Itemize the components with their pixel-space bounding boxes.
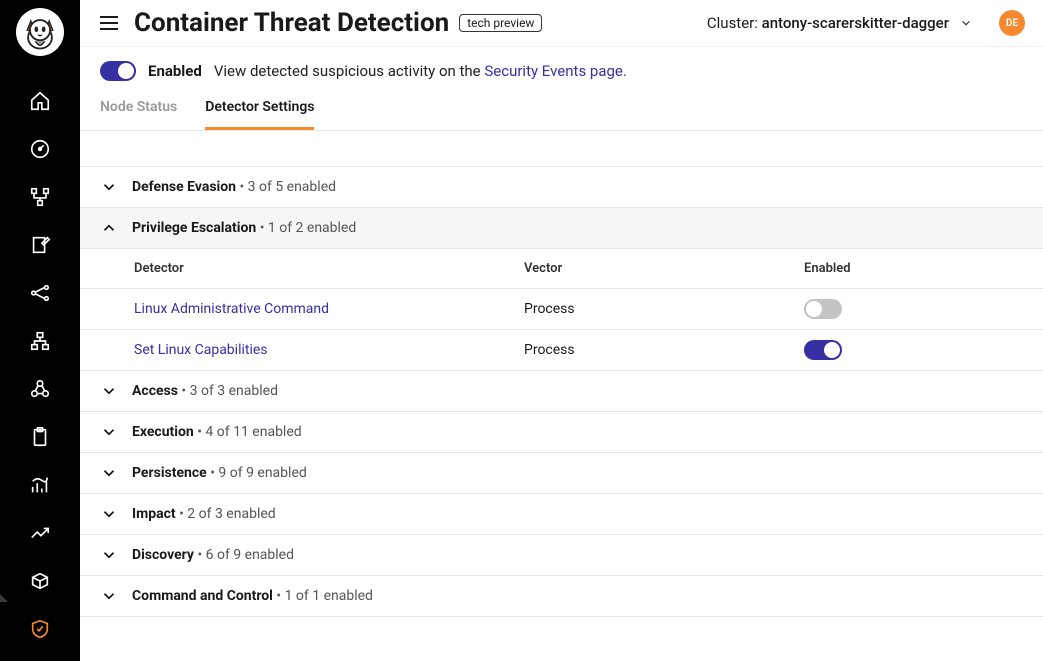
category-list: Defense Evasion • 3 of 5 enabledPrivileg… bbox=[80, 167, 1043, 617]
category-name: Privilege Escalation bbox=[132, 220, 256, 236]
nav-topology[interactable] bbox=[16, 324, 64, 358]
col-vector: Vector bbox=[524, 261, 804, 276]
col-detector: Detector bbox=[134, 261, 524, 276]
cluster-selector[interactable]: Cluster: antony-scarerskitter-dagger bbox=[707, 14, 973, 32]
nav-dashboard[interactable] bbox=[16, 132, 64, 166]
gauge-icon bbox=[29, 138, 51, 160]
network-icon bbox=[29, 186, 51, 208]
detector-table-header: DetectorVectorEnabled bbox=[80, 249, 1043, 289]
category-row[interactable]: Defense Evasion • 3 of 5 enabled bbox=[80, 167, 1043, 208]
logo bbox=[16, 8, 64, 56]
chevron-up-icon bbox=[100, 219, 118, 237]
nav-graph[interactable] bbox=[16, 276, 64, 310]
category-name: Execution bbox=[132, 424, 194, 440]
category-row[interactable]: Command and Control • 1 of 1 enabled bbox=[80, 576, 1043, 617]
enabled-label: Enabled bbox=[148, 62, 202, 80]
edit-icon bbox=[29, 234, 51, 256]
chevron-down-icon bbox=[100, 505, 118, 523]
nav-storage[interactable] bbox=[16, 564, 64, 598]
category-row[interactable]: Execution • 4 of 11 enabled bbox=[80, 412, 1043, 453]
enable-row: Enabled View detected suspicious activit… bbox=[80, 47, 1043, 91]
cluster-icon bbox=[29, 378, 51, 400]
clipboard-icon bbox=[29, 426, 51, 448]
category-row[interactable]: Impact • 2 of 3 enabled bbox=[80, 494, 1043, 535]
category-name: Persistence bbox=[132, 465, 207, 481]
category-name: Discovery bbox=[132, 547, 194, 563]
category-row[interactable]: Discovery • 6 of 9 enabled bbox=[80, 535, 1043, 576]
category-count: • 6 of 9 enabled bbox=[197, 547, 294, 563]
menu-button[interactable] bbox=[94, 10, 124, 36]
detector-toggle[interactable] bbox=[804, 340, 842, 360]
category-count: • 2 of 3 enabled bbox=[179, 506, 276, 522]
chevron-down-icon bbox=[100, 546, 118, 564]
tab-node-status[interactable]: Node Status bbox=[100, 91, 177, 130]
category-name: Access bbox=[132, 383, 178, 399]
shield-icon bbox=[29, 618, 51, 640]
chevron-down-icon bbox=[100, 382, 118, 400]
nav-shield[interactable] bbox=[16, 612, 64, 646]
detector-toggle[interactable] bbox=[804, 299, 842, 319]
category-count: • 4 of 11 enabled bbox=[197, 424, 301, 440]
col-enabled: Enabled bbox=[804, 261, 1023, 276]
category-row[interactable]: Access • 3 of 3 enabled bbox=[80, 371, 1043, 412]
nav-trend[interactable] bbox=[16, 516, 64, 550]
chevron-down-icon bbox=[100, 178, 118, 196]
category-row[interactable]: Privilege Escalation • 1 of 2 enabled bbox=[80, 208, 1043, 249]
topbar: Container Threat Detection tech preview … bbox=[80, 0, 1043, 44]
security-events-link[interactable]: Security Events page. bbox=[484, 62, 626, 80]
enable-description: View detected suspicious activity on the… bbox=[214, 62, 627, 80]
storage-icon bbox=[29, 570, 51, 592]
master-enable-toggle[interactable] bbox=[100, 61, 136, 81]
tab-detector-settings[interactable]: Detector Settings bbox=[205, 91, 314, 130]
tabs: Node Status Detector Settings bbox=[80, 91, 1043, 131]
nav-analytics[interactable] bbox=[16, 468, 64, 502]
nav-clipboard[interactable] bbox=[16, 420, 64, 454]
avatar[interactable]: DE bbox=[999, 10, 1025, 36]
detector-vector: Process bbox=[524, 342, 804, 358]
nav-network[interactable] bbox=[16, 180, 64, 214]
category-row[interactable]: Persistence • 9 of 9 enabled bbox=[80, 453, 1043, 494]
chevron-down-icon bbox=[100, 464, 118, 482]
page-title: Container Threat Detection bbox=[134, 8, 449, 38]
sidebar bbox=[0, 0, 80, 661]
cluster-name: antony-scarerskitter-dagger bbox=[762, 14, 949, 32]
nav-home[interactable] bbox=[16, 84, 64, 118]
category-count: • 1 of 2 enabled bbox=[260, 220, 357, 236]
category-name: Command and Control bbox=[132, 588, 273, 604]
category-count: • 3 of 5 enabled bbox=[239, 179, 336, 195]
tech-preview-badge: tech preview bbox=[459, 14, 542, 32]
category-count: • 3 of 3 enabled bbox=[181, 383, 278, 399]
detector-row: Set Linux CapabilitiesProcess bbox=[80, 330, 1043, 371]
nav-cluster[interactable] bbox=[16, 372, 64, 406]
detector-link[interactable]: Set Linux Capabilities bbox=[134, 342, 524, 358]
category-name: Impact bbox=[132, 506, 176, 522]
detector-link[interactable]: Linux Administrative Command bbox=[134, 301, 524, 317]
graph-icon bbox=[29, 282, 51, 304]
home-icon bbox=[29, 90, 51, 112]
detector-vector: Process bbox=[524, 301, 804, 317]
sidebar-nav bbox=[0, 84, 80, 646]
detector-row: Linux Administrative CommandProcess bbox=[80, 289, 1043, 330]
chevron-down-icon bbox=[100, 423, 118, 441]
topology-icon bbox=[29, 330, 51, 352]
chevron-down-icon bbox=[959, 16, 973, 30]
category-name: Defense Evasion bbox=[132, 179, 236, 195]
chevron-down-icon bbox=[100, 587, 118, 605]
nav-edit[interactable] bbox=[16, 228, 64, 262]
analytics-icon bbox=[29, 474, 51, 496]
cluster-label: Cluster: bbox=[707, 14, 758, 32]
category-count: • 1 of 1 enabled bbox=[276, 588, 373, 604]
trend-icon bbox=[29, 522, 51, 544]
main-content: Container Threat Detection tech preview … bbox=[80, 0, 1043, 617]
category-count: • 9 of 9 enabled bbox=[210, 465, 307, 481]
spacer-row bbox=[80, 131, 1043, 167]
